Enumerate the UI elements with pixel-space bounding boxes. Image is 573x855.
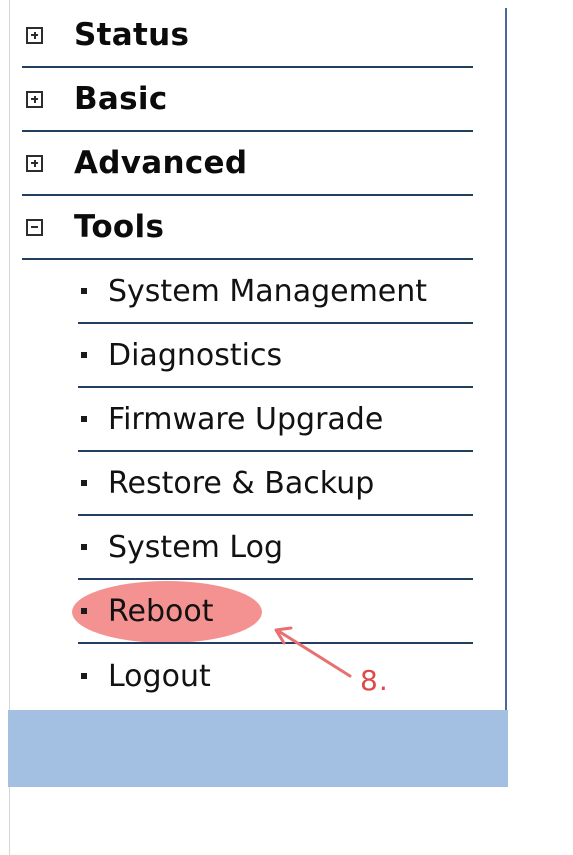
menu-section-label: Advanced [74,145,248,181]
menu-footer-band [8,710,508,787]
menu-item-label: Reboot [108,593,214,629]
menu-item-diagnostics[interactable]: Diagnostics [78,324,473,388]
minus-box-icon[interactable] [26,218,43,236]
menu-item-label: Logout [108,658,211,694]
menu-section-label: Basic [74,81,168,117]
menu-item-label: Diagnostics [108,337,283,373]
menu-item-system-log[interactable]: System Log [78,516,473,580]
menu-section-advanced[interactable]: Advanced [22,132,473,196]
menu-item-label: System Log [108,529,283,565]
plus-box-icon[interactable] [26,26,43,44]
bullet-icon [81,288,87,294]
menu-item-label: System Management [108,273,428,309]
bullet-icon [81,416,87,422]
menu-right-border [505,8,507,710]
menu-section-label: Status [74,17,190,53]
annotation-step-label: 8. [360,664,389,697]
bullet-icon [81,544,87,550]
menu-section-status[interactable]: Status [22,4,473,68]
bullet-icon [81,352,87,358]
menu-item-logout[interactable]: Logout [78,644,473,708]
menu-item-firmware-upgrade[interactable]: Firmware Upgrade [78,388,473,452]
plus-box-icon[interactable] [26,90,43,108]
menu-item-restore-backup[interactable]: Restore & Backup [78,452,473,516]
menu-section-label: Tools [74,209,165,245]
menu-item-system-management[interactable]: System Management [78,260,473,324]
menu-section-tools[interactable]: Tools [22,196,473,260]
plus-box-icon[interactable] [26,154,43,172]
bullet-icon [81,608,87,614]
menu-item-label: Restore & Backup [108,465,375,501]
bullet-icon [81,673,87,679]
menu-item-reboot[interactable]: Reboot [78,580,473,644]
bullet-icon [81,480,87,486]
menu-section-basic[interactable]: Basic [22,68,473,132]
menu-item-label: Firmware Upgrade [108,401,384,437]
